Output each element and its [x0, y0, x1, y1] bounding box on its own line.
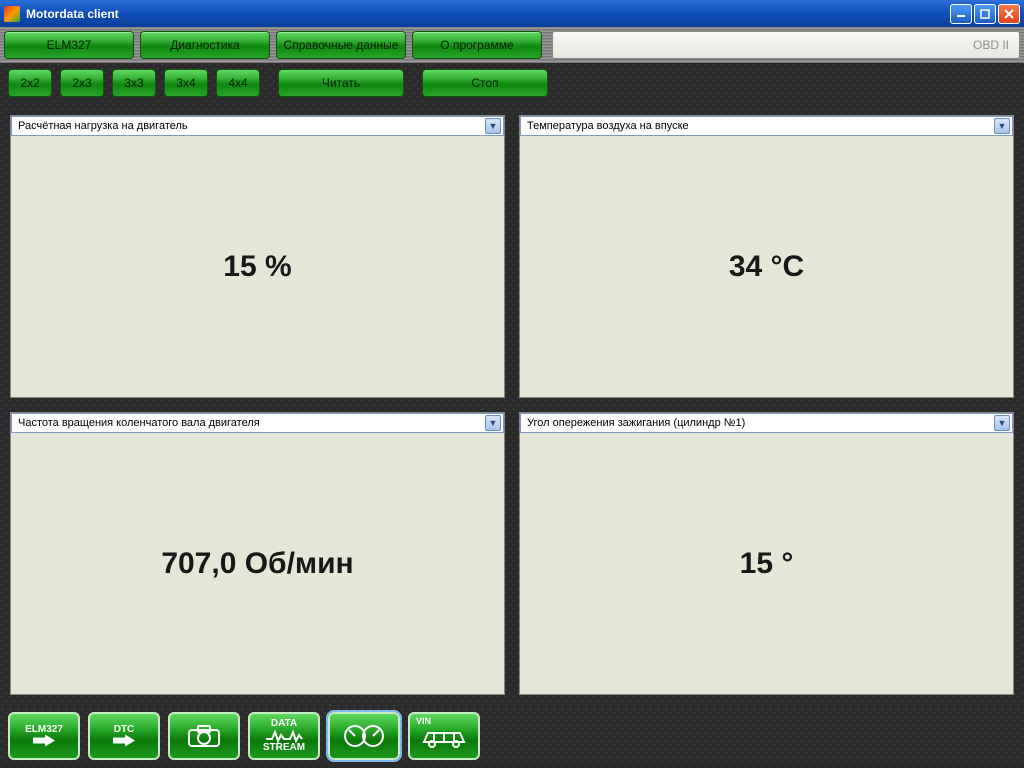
arrow-right-icon: [113, 735, 135, 747]
footer-gauges-button[interactable]: [328, 712, 400, 760]
camera-icon: [184, 722, 224, 750]
param-selector[interactable]: Расчётная нагрузка на двигатель ▼: [11, 116, 504, 136]
maximize-icon: [980, 9, 990, 19]
window-title: Motordata client: [26, 7, 950, 21]
panel-value: 34 °C: [520, 136, 1013, 397]
footer-snapshot-button[interactable]: [168, 712, 240, 760]
chevron-down-icon: ▼: [485, 118, 501, 134]
tab-reference[interactable]: Справочные данные: [276, 31, 406, 59]
param-selector[interactable]: Угол опережения зажигания (цилиндр №1) ▼: [520, 413, 1013, 433]
panel-engine-load: Расчётная нагрузка на двигатель ▼ 15 %: [10, 115, 505, 398]
gauges-icon: [340, 721, 388, 751]
footer-dtc-button[interactable]: DTC: [88, 712, 160, 760]
footer-vin-button[interactable]: VIN: [408, 712, 480, 760]
layout-2x2-button[interactable]: 2x2: [8, 69, 52, 97]
param-selector[interactable]: Температура воздуха на впуске ▼: [520, 116, 1013, 136]
toolbar: 2x2 2x3 3x3 3x4 4x4 Читать Стоп: [0, 63, 1024, 103]
param-label: Угол опережения зажигания (цилиндр №1): [527, 417, 745, 429]
tab-diagnostics[interactable]: Диагностика: [140, 31, 270, 59]
chevron-down-icon: ▼: [994, 415, 1010, 431]
panel-rpm: Частота вращения коленчатого вала двигат…: [10, 412, 505, 695]
car-icon: [418, 722, 470, 750]
maximize-button[interactable]: [974, 4, 996, 24]
tab-about[interactable]: О программе: [412, 31, 542, 59]
footer-vin-label: VIN: [416, 717, 431, 726]
chevron-down-icon: ▼: [485, 415, 501, 431]
layout-2x3-button[interactable]: 2x3: [60, 69, 104, 97]
footer-dtc-label: DTC: [114, 725, 135, 735]
waveform-icon: [264, 729, 304, 743]
panel-ignition-advance: Угол опережения зажигания (цилиндр №1) ▼…: [519, 412, 1014, 695]
footer-bar: ELM327 DTC DATA STREAM VIN: [0, 707, 1024, 764]
param-selector[interactable]: Частота вращения коленчатого вала двигат…: [11, 413, 504, 433]
layout-3x4-button[interactable]: 3x4: [164, 69, 208, 97]
footer-elm-label: ELM327: [25, 725, 63, 735]
chevron-down-icon: ▼: [994, 118, 1010, 134]
main-tab-bar: ELM327 Диагностика Справочные данные О п…: [0, 27, 1024, 63]
minimize-icon: [956, 9, 966, 19]
layout-3x3-button[interactable]: 3x3: [112, 69, 156, 97]
protocol-field[interactable]: OBD II: [552, 31, 1020, 59]
param-label: Температура воздуха на впуске: [527, 120, 689, 132]
layout-4x4-button[interactable]: 4x4: [216, 69, 260, 97]
stop-button[interactable]: Стоп: [422, 69, 548, 97]
footer-data-stream-button[interactable]: DATA STREAM: [248, 712, 320, 760]
minimize-button[interactable]: [950, 4, 972, 24]
param-label: Частота вращения коленчатого вала двигат…: [18, 417, 260, 429]
work-area: Расчётная нагрузка на двигатель ▼ 15 % Т…: [0, 103, 1024, 707]
close-button[interactable]: [998, 4, 1020, 24]
panel-intake-air-temp: Температура воздуха на впуске ▼ 34 °C: [519, 115, 1014, 398]
footer-stream-label: STREAM: [263, 743, 305, 753]
app-icon: [4, 6, 20, 22]
tab-elm327[interactable]: ELM327: [4, 31, 134, 59]
footer-elm327-button[interactable]: ELM327: [8, 712, 80, 760]
window-controls: [950, 4, 1020, 24]
arrow-right-icon: [33, 735, 55, 747]
footer-data-label: DATA: [271, 719, 297, 729]
panel-value: 15 %: [11, 136, 504, 397]
close-icon: [1004, 9, 1014, 19]
panel-value: 707,0 Об/мин: [11, 433, 504, 694]
param-label: Расчётная нагрузка на двигатель: [18, 120, 188, 132]
read-button[interactable]: Читать: [278, 69, 404, 97]
panel-value: 15 °: [520, 433, 1013, 694]
title-bar: Motordata client: [0, 0, 1024, 27]
protocol-hint: OBD II: [973, 38, 1009, 52]
